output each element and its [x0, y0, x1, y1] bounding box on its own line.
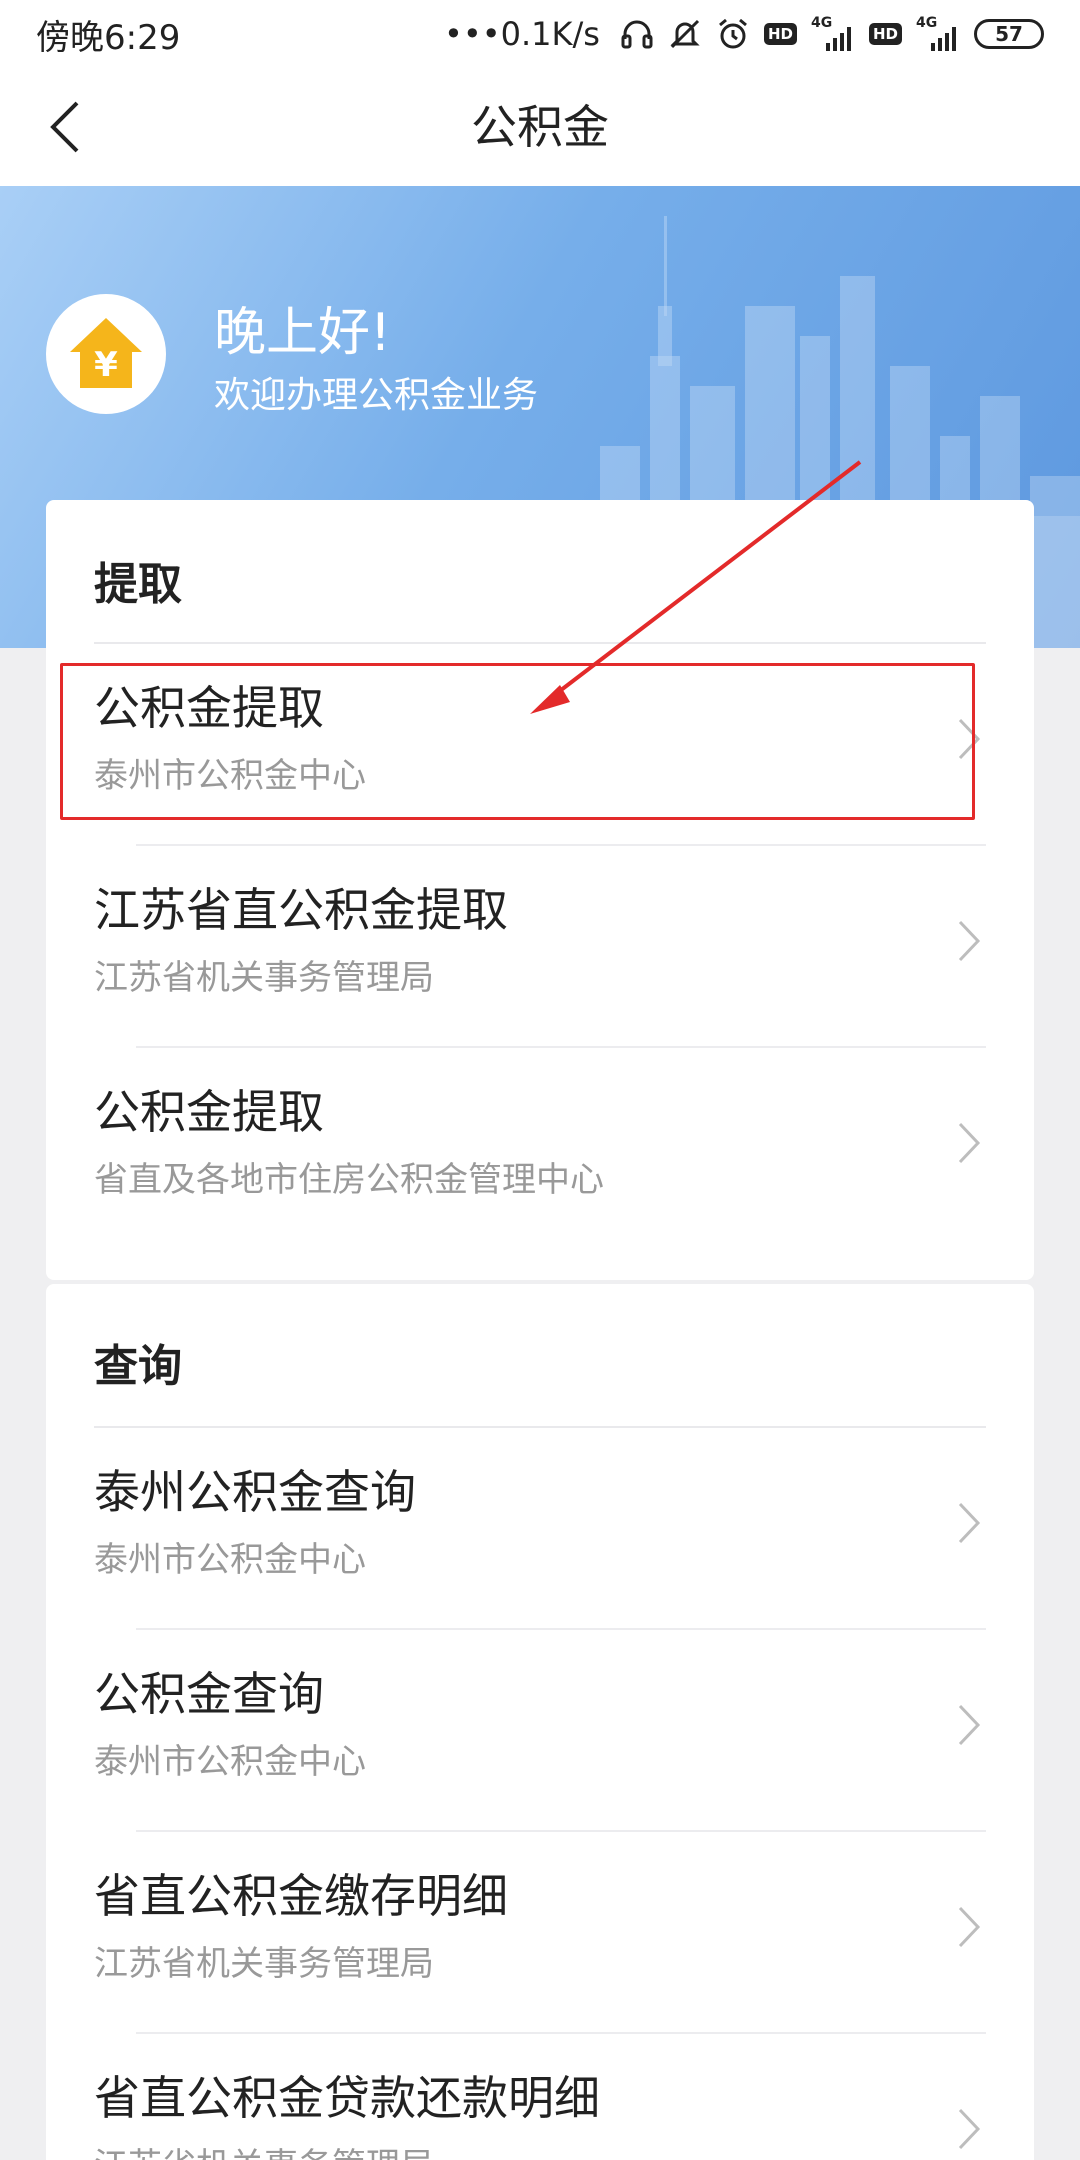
withdraw-section: 提取 公积金提取 泰州市公积金中心 江苏省直公积金提取 江苏省机关事务管理局 公…: [46, 500, 1034, 1280]
section-title: 提取: [94, 559, 182, 610]
signal-icon: 4G: [916, 15, 960, 51]
signal-icon: 4G: [811, 15, 855, 51]
nav-bar: 公积金: [0, 68, 1080, 186]
status-icons: •••0.1K/s HD 4G HD 4G 57: [444, 15, 1044, 53]
headset-icon: [620, 17, 654, 51]
item-title: 省直公积金贷款还款明细: [94, 2071, 600, 2125]
alarm-icon: [716, 17, 750, 51]
list-item[interactable]: 泰州公积金查询 泰州市公积金中心: [46, 1428, 1034, 1630]
house-yen-icon: ¥: [46, 294, 166, 414]
greeting-text: 晚上好!: [214, 303, 391, 363]
status-bar: 傍晚6:29 •••0.1K/s HD 4G HD 4G 57: [0, 0, 1080, 68]
chevron-left-icon: [50, 101, 79, 153]
item-subtitle: 泰州市公积金中心: [94, 1742, 366, 1782]
battery-icon: 57: [974, 19, 1044, 49]
chevron-right-icon: [958, 1704, 981, 1746]
chevron-right-icon: [958, 920, 981, 962]
greeting-subtitle: 欢迎办理公积金业务: [214, 375, 539, 416]
mute-bell-icon: [668, 17, 702, 51]
item-title: 公积金提取: [94, 1085, 324, 1139]
list-item[interactable]: 省直公积金贷款还款明细 江苏省机关事务管理局: [46, 2034, 1034, 2160]
back-button[interactable]: [30, 92, 100, 162]
page-title: 公积金: [471, 100, 609, 154]
item-subtitle: 泰州市公积金中心: [94, 1540, 366, 1580]
list-item[interactable]: 江苏省直公积金提取 江苏省机关事务管理局: [46, 846, 1034, 1048]
svg-text:¥: ¥: [94, 345, 118, 385]
item-subtitle: 江苏省机关事务管理局: [94, 1944, 434, 1984]
section-title: 查询: [94, 1341, 182, 1392]
item-subtitle: 江苏省机关事务管理局: [94, 2138, 434, 2160]
network-speed: •••0.1K/s: [444, 15, 600, 53]
item-title: 公积金查询: [94, 1667, 324, 1721]
hd-icon: HD: [868, 23, 902, 45]
hd-icon: HD: [763, 23, 797, 45]
chevron-right-icon: [958, 2108, 981, 2150]
item-subtitle: 省直及各地市住房公积金管理中心: [94, 1160, 604, 1200]
item-title: 泰州公积金查询: [94, 1465, 416, 1519]
status-time: 傍晚6:29: [36, 17, 181, 58]
chevron-right-icon: [958, 1906, 981, 1948]
chevron-right-icon: [958, 1502, 981, 1544]
query-section: 查询 泰州公积金查询 泰州市公积金中心 公积金查询 泰州市公积金中心 省直公积金…: [46, 1284, 1034, 2160]
annotation-highlight-box: [60, 663, 975, 820]
list-item[interactable]: 公积金查询 泰州市公积金中心: [46, 1630, 1034, 1832]
item-title: 省直公积金缴存明细: [94, 1869, 508, 1923]
list-item[interactable]: 公积金提取 省直及各地市住房公积金管理中心: [46, 1048, 1034, 1250]
item-title: 江苏省直公积金提取: [94, 883, 508, 937]
item-subtitle: 江苏省机关事务管理局: [94, 958, 434, 998]
chevron-right-icon: [958, 1122, 981, 1164]
list-item[interactable]: 省直公积金缴存明细 江苏省机关事务管理局: [46, 1832, 1034, 2034]
